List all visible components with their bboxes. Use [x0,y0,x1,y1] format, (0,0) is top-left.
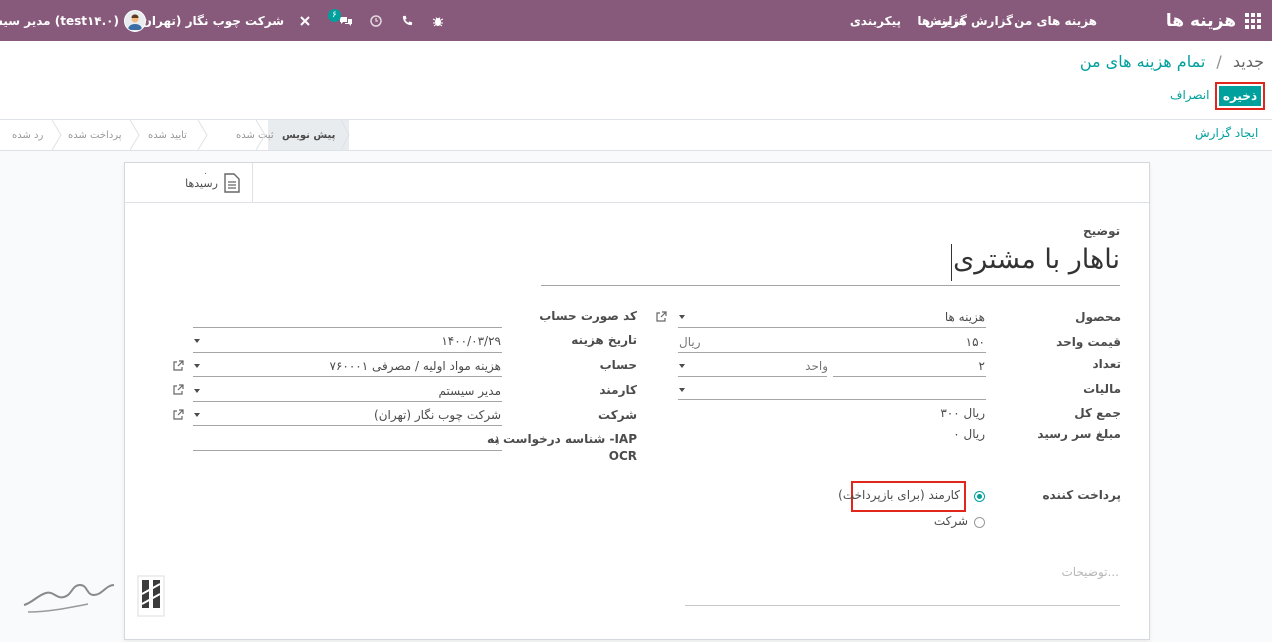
avatar[interactable] [124,0,146,41]
field-underline [678,352,986,353]
field-underline [833,376,986,377]
field-underline [193,425,502,426]
account-field[interactable]: ۷۶۰۰۰۱ هزینه مواد اولیه / مصرفی [330,359,501,373]
chevron-down-icon[interactable] [194,389,200,393]
field-underline [193,450,502,451]
menu-reporting[interactable]: گزارش [925,0,967,41]
uom-field[interactable]: واحد [805,359,828,373]
account-code-label: کد صورت حساب [539,309,637,323]
iap-label: شناسه درخواست به -IAP [487,432,637,446]
chat-icon[interactable] [339,0,353,41]
product-field[interactable]: هزینه ها [945,310,985,324]
breadcrumb-current: جدید [1232,52,1264,71]
total-value: ۳۰۰ ریال [940,406,985,420]
menu-my-expenses[interactable]: هزینه های من [1014,0,1097,41]
button-box: رسیدها ۰ [125,163,1149,203]
debug-tools-icon[interactable] [299,0,311,41]
breadcrumb: جدید / تمام هزینه های من [1080,52,1264,71]
radio-company[interactable] [974,517,985,528]
stage-refused: رد شده [12,129,44,141]
stage-arrow [256,120,266,150]
field-underline [678,327,986,328]
user-menu[interactable]: مدیر سیستم (test۱۴.۰) [0,0,119,41]
description-input[interactable]: ناهار با مشتری [953,244,1120,275]
notes-underline [685,605,1120,606]
receipts-count: ۰ [203,169,208,179]
stage-arrow [341,120,350,150]
phone-icon[interactable] [402,0,413,41]
iap-label-line2: OCR [608,449,637,463]
external-link-icon[interactable] [172,384,184,396]
unit-price-label: قیمت واحد [1056,335,1121,349]
quantity-label: تعداد [1092,357,1121,371]
employee-field[interactable]: مدیر سیستم [439,384,502,398]
stage-arrow [52,120,62,150]
account-label: حساب [599,358,637,372]
expense-date-field[interactable]: ۱۴۰۰/۰۳/۲۹ [441,334,501,348]
top-navbar: هزینه ها هزینه های من گزارش هزینه ها گزا… [0,0,1272,41]
iap-field[interactable]: -۱ [490,433,501,447]
field-underline [193,327,502,328]
apps-menu-icon[interactable] [1245,0,1261,41]
breadcrumb-separator: / [1216,52,1222,71]
receipts-label: رسیدها [185,176,218,190]
save-button-label: ذخیره [1219,86,1261,106]
save-button[interactable]: ذخیره [1215,82,1265,110]
field-underline [193,352,502,353]
external-link-icon[interactable] [655,311,667,323]
bug-icon[interactable] [432,0,444,41]
total-label: جمع کل [1074,406,1121,420]
external-link-icon[interactable] [172,360,184,372]
chevron-down-icon[interactable] [194,339,200,343]
breadcrumb-parent[interactable]: تمام هزینه های من [1080,52,1205,71]
document-icon [224,173,240,193]
radio-employee[interactable] [974,491,985,502]
unit-price-field[interactable]: ۱۵۰ [966,335,985,349]
quantity-field[interactable]: ۲ [979,359,985,373]
chevron-down-icon[interactable] [194,413,200,417]
text-cursor [951,244,952,281]
company-field[interactable]: شرکت چوب نگار (تهران) [374,408,501,422]
create-report-button[interactable]: ایجاد گزارش [1195,126,1258,140]
chevron-down-icon[interactable] [194,364,200,368]
receipt-amount-label: مبلغ سر رسید [1037,427,1121,441]
paid-by-option-company: شرکت [933,514,968,528]
employee-label: کارمند [599,383,637,397]
company-label: شرکت [598,408,637,422]
stage-approved: تایید شده [148,129,187,141]
chevron-down-icon[interactable] [679,364,685,368]
chevron-down-icon[interactable] [679,315,685,319]
stage-arrow [198,120,208,150]
unit-price-currency: ریال [679,335,701,349]
field-underline [678,399,986,400]
paid-by-option-employee: کارمند (برای بازپرداخت) [838,488,960,502]
activity-clock-icon[interactable] [370,0,382,41]
paid-by-label: پرداخت کننده [1042,488,1121,502]
chat-count-badge: ۶ [328,9,341,22]
stage-draft: پیش نویس [268,120,350,150]
watermark-logo [23,575,165,617]
field-underline [678,376,827,377]
field-underline [193,376,502,377]
receipts-smart-button[interactable]: رسیدها ۰ [173,163,253,203]
description-underline [541,285,1120,286]
company-switcher[interactable]: شرکت چوب نگار (تهران) [136,0,284,41]
notes-input[interactable]: توضیحات... [1061,565,1119,579]
external-link-icon[interactable] [172,409,184,421]
divider [0,119,1272,120]
receipt-amount-value: ۰ ریال [953,427,985,441]
description-label: توضیح [1083,224,1121,238]
chevron-down-icon[interactable] [679,388,685,392]
menu-configuration[interactable]: پیکربندی [850,0,901,41]
stage-paid: پرداخت شده [68,129,122,141]
expense-date-label: تاریخ هزینه [571,333,637,347]
field-underline [193,401,502,402]
app-title[interactable]: هزینه ها [1166,0,1236,41]
stage-arrow [130,120,140,150]
product-label: محصول [1075,310,1121,324]
stage-submitted: ثبت شده [236,129,274,141]
discard-button[interactable]: انصراف [1170,88,1209,102]
taxes-label: مالیات [1083,382,1121,396]
